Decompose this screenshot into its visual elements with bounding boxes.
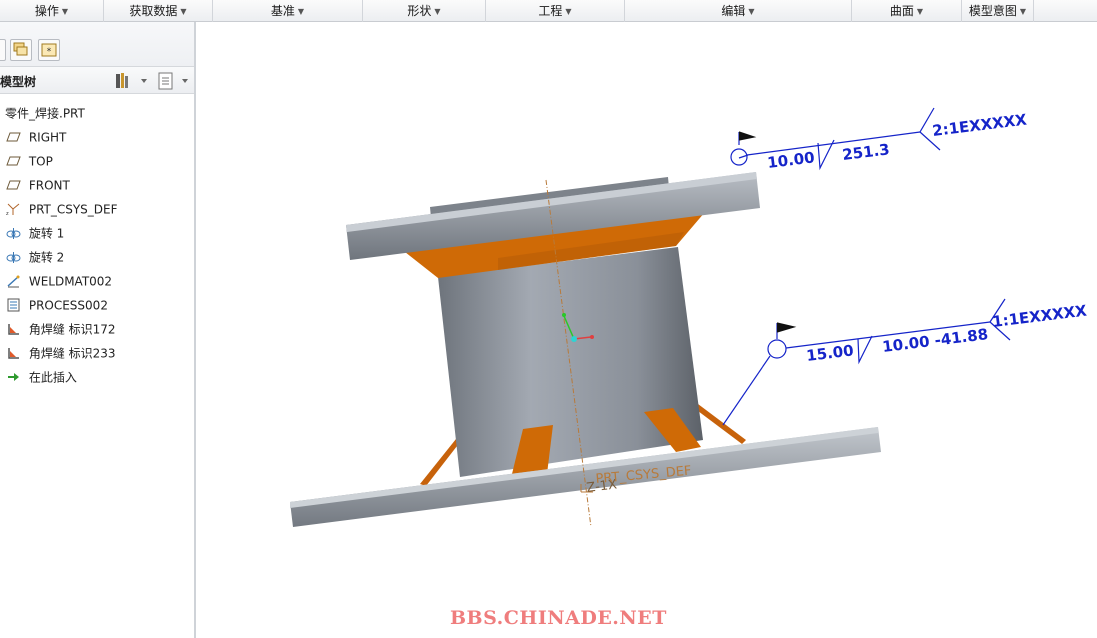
datum-plane-icon — [6, 156, 21, 165]
tree-item-label: TOP — [28, 154, 53, 169]
chevron-down-icon: ▼ — [748, 7, 755, 16]
tree-item-label: 旋转 1 — [28, 226, 65, 241]
model-tree-title: 模型树 — [0, 75, 37, 89]
watermark: BBS.CHINADE.NET — [450, 607, 667, 629]
csys-icon: z — [6, 203, 20, 216]
weld-symbol-top[interactable] — [730, 107, 941, 171]
menu-get-data-label: 获取数据 — [129, 4, 178, 18]
weld-symbol-bottom[interactable] — [722, 298, 1011, 426]
menu-get-data[interactable]: 获取数据 ▼ — [104, 0, 213, 22]
datum-plane-icon — [6, 180, 21, 189]
tree-settings-button[interactable] — [114, 71, 150, 91]
menu-engineering[interactable]: 工程 ▼ — [486, 0, 625, 22]
menu-surfaces-label: 曲面 — [889, 4, 914, 18]
tree-filter-button[interactable] — [156, 71, 192, 91]
process-icon — [7, 298, 20, 311]
chevron-down-icon: ▼ — [434, 7, 441, 16]
settings-icon — [116, 73, 147, 88]
tree-item-csys[interactable]: z PRT_CSYS_DEF — [0, 197, 194, 221]
menu-model-intent[interactable]: 模型意图 ▼ — [962, 0, 1034, 22]
tree-root-part[interactable]: 零件_焊接.PRT — [0, 101, 194, 125]
weld-all-around-circle — [767, 339, 787, 359]
tree-item-insert-here[interactable]: 在此插入 — [0, 365, 194, 389]
tree-filter-icon — [158, 72, 188, 90]
tree-item-weldmat[interactable]: WELDMAT002 — [0, 269, 194, 293]
fillet-weld-triangle-icon — [857, 335, 873, 365]
star-doc-icon: * — [41, 43, 57, 57]
field-weld-flag-icon — [776, 322, 797, 333]
tree-item-fillet-weld-172[interactable]: 角焊缝 标识172 — [0, 317, 194, 341]
menu-shapes[interactable]: 形状 ▼ — [363, 0, 486, 22]
menu-datum[interactable]: 基准 ▼ — [213, 0, 363, 22]
tree-item-label: PRT_CSYS_DEF — [28, 202, 118, 217]
menu-model-intent-label: 模型意图 — [968, 4, 1017, 18]
revolve-icon — [6, 227, 21, 239]
tree-item-label: 在此插入 — [28, 370, 77, 385]
menu-operations-label: 操作 — [34, 4, 59, 18]
fillet-weld-icon — [8, 347, 19, 359]
menu-engineering-label: 工程 — [538, 4, 563, 18]
tree-item-label: PROCESS002 — [28, 298, 108, 313]
tab-model-tree[interactable] — [0, 39, 6, 61]
fillet-weld-icon — [8, 323, 19, 335]
tree-item-label: WELDMAT002 — [28, 274, 113, 289]
weld-top-id: 2:1EXXXXX — [931, 110, 1028, 139]
weld-bottom-id: 1:1EXXXXX — [991, 301, 1088, 330]
insert-here-arrow-icon — [8, 372, 19, 381]
tree-item-label: FRONT — [28, 178, 70, 193]
ribbon-menu-bar: 操作 ▼ 获取数据 ▼ 基准 ▼ 形状 ▼ 工程 ▼ 编辑 ▼ 曲面 ▼ 模型意图 ▼ — [0, 0, 1097, 22]
model-tree: 零件_焊接.PRT RIGHT TOP FRONT z PRT_CSYS_DEF… — [0, 101, 194, 389]
tree-item-fillet-weld-233[interactable]: 角焊缝 标识233 — [0, 341, 194, 365]
tree-item-top[interactable]: TOP — [0, 149, 194, 173]
chevron-down-icon: ▼ — [180, 7, 187, 16]
menu-datum-label: 基准 — [270, 4, 295, 18]
tree-item-label: 角焊缝 标识172 — [28, 322, 116, 337]
cylinder-body — [438, 247, 703, 477]
menu-operations[interactable]: 操作 ▼ — [0, 0, 104, 22]
menu-editing-label: 编辑 — [721, 4, 746, 18]
chevron-down-icon: ▼ — [61, 7, 69, 16]
menu-editing[interactable]: 编辑 ▼ — [625, 0, 852, 22]
chevron-down-icon: ▼ — [916, 7, 924, 16]
menu-shapes-label: 形状 — [407, 4, 432, 18]
layers-icon — [13, 42, 28, 56]
chevron-down-icon: ▼ — [1019, 7, 1027, 16]
tree-item-process[interactable]: PROCESS002 — [0, 293, 194, 317]
tree-item-right[interactable]: RIGHT — [0, 125, 194, 149]
model-3d-scene: Z-1X PRT_CSYS_DEF 10.00 251.3 2:1EXXXXX … — [290, 107, 1088, 528]
model-tree-panel: * 模型树 零件_焊接.PRT RIGHT TOP FRONT z PRT_CS… — [0, 22, 196, 638]
tree-root-label: 零件_焊接.PRT — [5, 106, 85, 121]
navigator-tab-strip: * — [0, 22, 194, 66]
tab-layers[interactable] — [10, 39, 32, 61]
tab-favorites[interactable]: * — [38, 39, 60, 61]
tree-item-revolve-2[interactable]: 旋转 2 — [0, 245, 194, 269]
tree-item-revolve-1[interactable]: 旋转 1 — [0, 221, 194, 245]
tree-item-label: 旋转 2 — [28, 250, 65, 265]
svg-text:z: z — [6, 211, 9, 216]
tree-item-front[interactable]: FRONT — [0, 173, 194, 197]
svg-text:*: * — [47, 47, 52, 57]
weld-bottom-length-pitch: 10.00 -41.88 — [881, 325, 989, 356]
tree-item-label: RIGHT — [28, 130, 67, 145]
menu-surfaces[interactable]: 曲面 ▼ — [852, 0, 962, 22]
tree-item-label: 角焊缝 标识233 — [28, 346, 116, 361]
revolve-icon — [6, 251, 21, 263]
weld-material-icon — [7, 274, 20, 287]
weld-top-reference-line — [746, 131, 921, 156]
weld-all-around-circle — [730, 148, 748, 166]
weld-bottom-leader-line — [722, 355, 771, 426]
chevron-down-icon: ▼ — [565, 7, 572, 16]
model-tree-header: 模型树 — [0, 66, 194, 94]
weld-top-length: 251.3 — [841, 140, 890, 164]
field-weld-flag-icon — [738, 131, 757, 141]
datum-plane-icon — [6, 132, 21, 141]
graphics-viewport[interactable]: Z-1X PRT_CSYS_DEF 10.00 251.3 2:1EXXXXX … — [198, 22, 1097, 638]
chevron-down-icon: ▼ — [297, 7, 305, 16]
